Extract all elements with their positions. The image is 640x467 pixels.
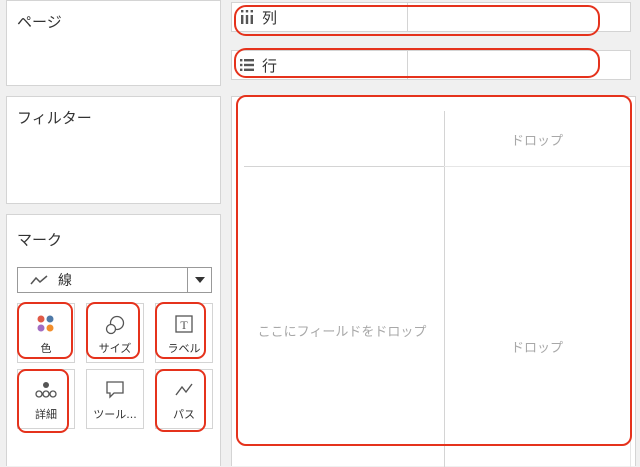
shelf-divider bbox=[407, 51, 408, 79]
svg-text:T: T bbox=[180, 318, 188, 332]
color-label: 色 bbox=[40, 342, 52, 355]
view-header-line-left bbox=[244, 166, 444, 167]
pages-card[interactable]: ページ bbox=[6, 0, 221, 86]
columns-icon bbox=[241, 10, 253, 24]
drop-zone-main[interactable]: ドロップ bbox=[444, 337, 630, 356]
color-dots-icon bbox=[37, 315, 54, 332]
shelf-divider bbox=[407, 3, 408, 31]
drop-zone-columns[interactable]: ドロップ bbox=[444, 130, 630, 149]
path-line-icon bbox=[175, 383, 193, 396]
chevron-down-icon bbox=[194, 277, 205, 283]
label-button[interactable]: T ラベル bbox=[155, 303, 213, 363]
detail-dots-icon bbox=[35, 382, 57, 398]
size-button[interactable]: サイズ bbox=[86, 303, 144, 363]
label-t-icon: T bbox=[175, 315, 193, 333]
detail-label: 詳細 bbox=[35, 408, 57, 421]
size-circles-icon bbox=[105, 315, 125, 335]
marks-title: マーク bbox=[17, 231, 63, 249]
label-label: ラベル bbox=[167, 342, 201, 355]
filters-title: フィルター bbox=[17, 109, 92, 127]
rows-label: 行 bbox=[262, 56, 278, 75]
size-label: サイズ bbox=[98, 342, 132, 355]
tooltip-icon bbox=[106, 381, 124, 399]
mark-type-dropdown[interactable]: 線 bbox=[17, 267, 212, 293]
color-button[interactable]: 色 bbox=[17, 303, 75, 363]
drop-zone-rows[interactable]: ここにフィールドをドロップ bbox=[242, 322, 442, 344]
path-button[interactable]: パス bbox=[155, 369, 213, 429]
detail-button[interactable]: 詳細 bbox=[17, 369, 75, 429]
rows-shelf[interactable]: 行 bbox=[231, 50, 631, 80]
path-label: パス bbox=[173, 408, 195, 421]
dropdown-arrow-button[interactable] bbox=[187, 268, 211, 292]
line-chart-icon bbox=[30, 275, 48, 285]
view-vertical-divider bbox=[444, 111, 445, 467]
view-canvas[interactable]: ドロップ ここにフィールドをドロップ ドロップ bbox=[231, 96, 636, 467]
mark-type-label: 線 bbox=[58, 273, 72, 289]
tooltip-button[interactable]: ツール... bbox=[86, 369, 144, 429]
tooltip-label: ツール... bbox=[93, 408, 137, 421]
columns-label: 列 bbox=[262, 8, 278, 27]
columns-shelf[interactable]: 列 bbox=[231, 2, 631, 32]
view-header-line-right bbox=[444, 166, 630, 167]
pages-title: ページ bbox=[17, 13, 62, 31]
marks-card: マーク 線 色 サイズ T ラベル 詳細 ツール... パス bbox=[6, 214, 221, 466]
rows-icon bbox=[240, 59, 254, 71]
filters-card[interactable]: フィルター bbox=[6, 96, 221, 204]
view-right-edge bbox=[630, 111, 631, 467]
